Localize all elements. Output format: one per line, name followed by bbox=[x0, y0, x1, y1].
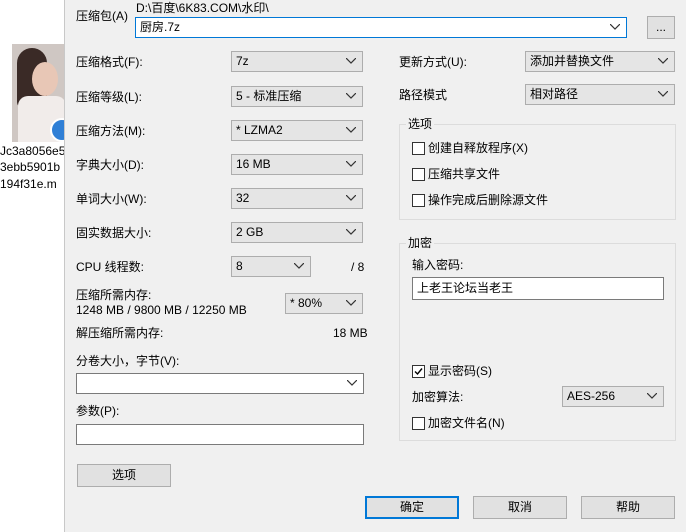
file-name-line-3: 194f31e.m bbox=[0, 177, 57, 191]
enc-method-value: AES-256 bbox=[567, 389, 616, 403]
browse-button[interactable]: ... bbox=[647, 16, 675, 39]
level-value: 5 - 标准压缩 bbox=[236, 89, 302, 103]
file-name-line-2: 3ebb5901b bbox=[0, 160, 61, 174]
threads-total: / 8 bbox=[351, 260, 365, 274]
sfx-label: 创建自释放程序(X) bbox=[428, 141, 528, 155]
solid-select[interactable]: 2 GB bbox=[231, 222, 363, 243]
threads-label: CPU 线程数: bbox=[76, 260, 145, 274]
sfx-checkbox[interactable]: 创建自释放程序(X) bbox=[412, 140, 528, 156]
decomp-label: 解压缩所需内存: bbox=[76, 326, 164, 340]
update-label: 更新方式(U): bbox=[399, 55, 467, 69]
chevron-down-icon[interactable] bbox=[610, 18, 622, 37]
chevron-down-icon[interactable] bbox=[346, 155, 358, 174]
options-group-title: 选项 bbox=[406, 117, 435, 131]
chevron-down-icon[interactable] bbox=[658, 85, 670, 104]
volume-combo[interactable] bbox=[76, 373, 364, 394]
mem-detail: 1248 MB / 9800 MB / 12250 MB bbox=[76, 303, 247, 317]
path-label: 路径模式 bbox=[399, 88, 448, 102]
threads-value: 8 bbox=[236, 259, 243, 273]
update-select[interactable]: 添加并替换文件 bbox=[525, 51, 675, 72]
method-label: 压缩方法(M): bbox=[76, 124, 146, 138]
checkmark-icon bbox=[414, 367, 423, 375]
chevron-down-icon[interactable] bbox=[347, 374, 359, 393]
archive-name-value: 厨房.7z bbox=[140, 20, 181, 34]
level-select[interactable]: 5 - 标准压缩 bbox=[231, 86, 363, 107]
encrypt-filenames-label: 加密文件名(N) bbox=[428, 416, 505, 430]
word-value: 32 bbox=[236, 191, 250, 205]
file-name-line-1: Jc3a8056e5 bbox=[0, 144, 64, 158]
chevron-down-icon[interactable] bbox=[346, 121, 358, 140]
threads-select[interactable]: 8 bbox=[231, 256, 311, 277]
show-password-label: 显示密码(S) bbox=[428, 364, 492, 378]
volume-label: 分卷大小，字节(V): bbox=[76, 354, 180, 368]
method-value: * LZMA2 bbox=[236, 123, 283, 137]
archive-name-combo[interactable]: 厨房.7z bbox=[135, 17, 627, 38]
chevron-down-icon[interactable] bbox=[346, 294, 358, 313]
chevron-down-icon[interactable] bbox=[658, 52, 670, 71]
params-input[interactable] bbox=[76, 424, 364, 445]
add-to-archive-dialog: 压缩包(A) D:\百度\6K83.COM\水印\ 厨房.7z ... 压缩格式… bbox=[64, 0, 686, 532]
archive-label: 压缩包(A) bbox=[76, 9, 128, 23]
desktop-background: Jc3a8056e5 3ebb5901b 194f31e.m bbox=[0, 0, 70, 532]
delete-after-label: 操作完成后删除源文件 bbox=[428, 193, 549, 207]
encryption-group-title: 加密 bbox=[406, 236, 435, 250]
solid-value: 2 GB bbox=[236, 225, 264, 239]
mem-percent-select[interactable]: * 80% bbox=[285, 293, 363, 314]
help-button[interactable]: 帮助 bbox=[581, 496, 675, 519]
chevron-down-icon[interactable] bbox=[346, 223, 358, 242]
chevron-down-icon[interactable] bbox=[346, 189, 358, 208]
shared-checkbox[interactable]: 压缩共享文件 bbox=[412, 166, 500, 182]
enc-method-label: 加密算法: bbox=[412, 390, 464, 404]
format-select[interactable]: 7z bbox=[231, 51, 363, 72]
chevron-down-icon[interactable] bbox=[346, 87, 358, 106]
chevron-down-icon[interactable] bbox=[294, 257, 306, 276]
chevron-down-icon[interactable] bbox=[647, 387, 659, 406]
cancel-button[interactable]: 取消 bbox=[473, 496, 567, 519]
decomp-value: 18 MB bbox=[333, 326, 368, 340]
options-button[interactable]: 选项 bbox=[77, 464, 171, 487]
enc-method-select[interactable]: AES-256 bbox=[562, 386, 664, 407]
format-value: 7z bbox=[236, 54, 249, 68]
show-password-checkbox[interactable]: 显示密码(S) bbox=[412, 363, 492, 379]
format-label: 压缩格式(F): bbox=[76, 55, 143, 69]
encrypt-filenames-checkbox[interactable]: 加密文件名(N) bbox=[412, 415, 505, 431]
archive-path: D:\百度\6K83.COM\水印\ bbox=[136, 1, 269, 15]
mem-label: 压缩所需内存: bbox=[76, 288, 152, 302]
solid-label: 固实数据大小: bbox=[76, 226, 152, 240]
params-label: 参数(P): bbox=[76, 404, 120, 418]
password-label: 输入密码: bbox=[412, 258, 464, 272]
path-select[interactable]: 相对路径 bbox=[525, 84, 675, 105]
word-select[interactable]: 32 bbox=[231, 188, 363, 209]
dict-value: 16 MB bbox=[236, 157, 271, 171]
word-label: 单词大小(W): bbox=[76, 192, 147, 206]
method-select[interactable]: * LZMA2 bbox=[231, 120, 363, 141]
path-value: 相对路径 bbox=[530, 87, 579, 101]
chevron-down-icon[interactable] bbox=[346, 52, 358, 71]
mem-percent-value: * 80% bbox=[290, 296, 323, 310]
image-thumbnail[interactable] bbox=[12, 44, 70, 142]
delete-after-checkbox[interactable]: 操作完成后删除源文件 bbox=[412, 192, 548, 208]
update-value: 添加并替换文件 bbox=[530, 54, 615, 68]
shared-label: 压缩共享文件 bbox=[428, 167, 501, 181]
level-label: 压缩等级(L): bbox=[76, 90, 143, 104]
dict-select[interactable]: 16 MB bbox=[231, 154, 363, 175]
ok-button[interactable]: 确定 bbox=[365, 496, 459, 519]
dict-label: 字典大小(D): bbox=[76, 158, 144, 172]
password-input[interactable]: 上老王论坛当老王 bbox=[412, 277, 664, 300]
